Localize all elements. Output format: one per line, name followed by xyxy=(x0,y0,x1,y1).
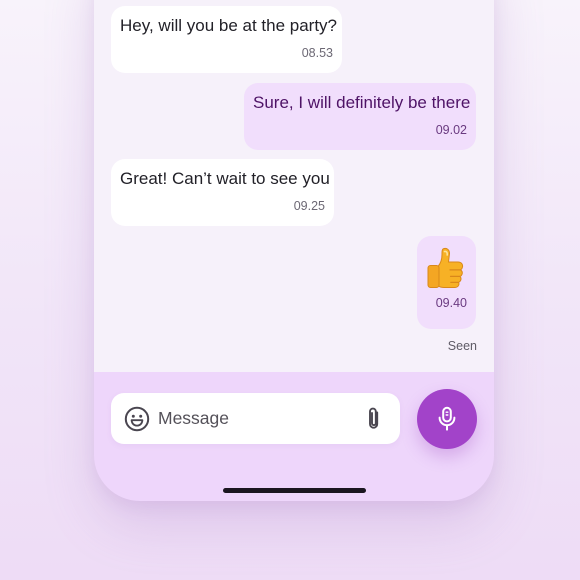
voice-message-button[interactable] xyxy=(417,389,477,449)
thumbs-up-emoji-icon xyxy=(427,247,464,288)
seen-status: Seen xyxy=(447,339,477,353)
phone-frame: Hey, will you be at the party? 08.53 Sur… xyxy=(94,0,494,501)
message-bubble-outgoing[interactable]: 09.40 xyxy=(417,236,476,329)
message-bubble-incoming[interactable]: Great! Can’t wait to see you 09.25 xyxy=(111,159,334,226)
message-composer xyxy=(111,393,400,444)
message-text: Hey, will you be at the party? xyxy=(120,16,338,35)
microphone-icon xyxy=(438,406,456,431)
message-bubble-incoming[interactable]: Hey, will you be at the party? 08.53 xyxy=(111,6,342,73)
message-input[interactable] xyxy=(158,405,348,432)
message-time: 09.40 xyxy=(435,296,467,310)
message-time: 08.53 xyxy=(301,46,333,60)
home-indicator[interactable] xyxy=(223,488,366,493)
chat-thread: Hey, will you be at the party? 08.53 Sur… xyxy=(94,0,494,372)
message-text: Great! Can’t wait to see you xyxy=(120,169,330,188)
message-text: Sure, I will definitely be there xyxy=(253,93,471,112)
message-bubble-outgoing[interactable]: Sure, I will definitely be there 09.02 xyxy=(244,83,476,150)
paperclip-icon[interactable] xyxy=(362,405,386,432)
message-time: 09.02 xyxy=(435,123,467,137)
smiley-icon[interactable] xyxy=(124,406,150,432)
message-time: 09.25 xyxy=(293,199,325,213)
